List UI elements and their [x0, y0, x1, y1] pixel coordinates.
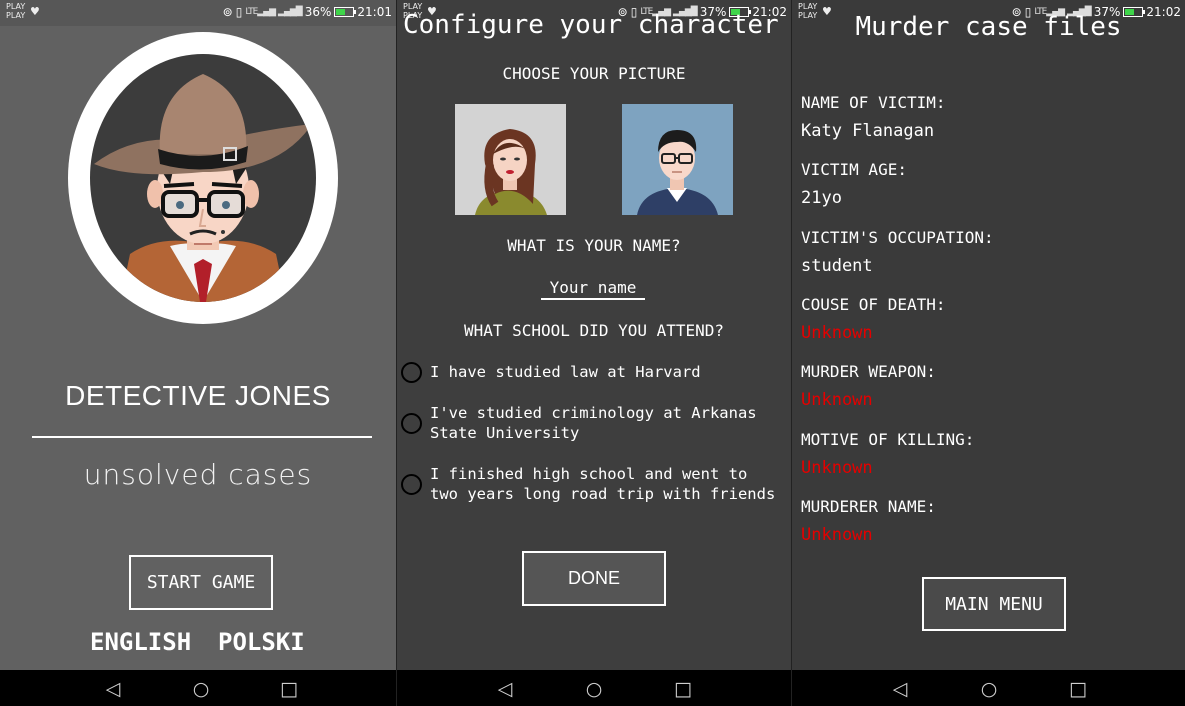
school-option-label: I've studied criminology at Arkanas Stat…	[430, 404, 757, 442]
navigation-bar: ◁ ○ □	[0, 670, 396, 706]
radio-button[interactable]	[401, 412, 422, 434]
female-avatar-image	[475, 129, 547, 215]
status-icons: ⊚ ▯ LTE▂▄▆ ▂▄▆█ 36% 21:01	[223, 5, 392, 19]
configure-screen: PLAY PLAY ♥ ⊚ ▯ LTE▂▄▆ ▂▄▆█ 37% 21:02 Co…	[397, 0, 791, 706]
victim-occupation-value: student	[801, 256, 873, 276]
murderer-name-value: Unknown	[801, 525, 873, 545]
carrier-line-2: PLAY	[6, 11, 26, 20]
victim-occupation-label: VICTIM'S OCCUPATION:	[801, 228, 994, 247]
signal-icon: ▂▄▆█	[278, 7, 303, 17]
back-triangle-icon[interactable]: ◁	[495, 679, 515, 699]
navigation-bar: ◁ ○ □	[792, 670, 1185, 706]
name-input[interactable]	[541, 278, 645, 300]
done-button[interactable]: DONE	[522, 551, 666, 606]
school-label: WHAT SCHOOL DID YOU ATTEND?	[463, 321, 725, 340]
home-circle-icon[interactable]: ○	[191, 679, 211, 699]
carrier-line-1: PLAY	[798, 2, 818, 11]
heart-icon: ♥	[30, 5, 40, 18]
murder-weapon-value: Unknown	[801, 390, 873, 410]
victim-name-value: Katy Flanagan	[801, 121, 935, 141]
nfc-icon: ⊚	[222, 5, 233, 19]
home-circle-icon[interactable]: ○	[584, 679, 604, 699]
recents-square-icon[interactable]: □	[279, 679, 299, 699]
carrier-label: PLAY PLAY ♥	[6, 2, 40, 20]
victim-age-label: VICTIM AGE:	[801, 160, 907, 179]
school-option-label: I finished high school and went to two y…	[430, 465, 776, 503]
recents-square-icon[interactable]: □	[673, 679, 693, 699]
case-files-screen: PLAY PLAY ♥ ⊚ ▯ LTE▂▄▆ ▂▄▆█ 37% 21:02 Mu…	[792, 0, 1185, 706]
female-avatar-option[interactable]	[455, 104, 566, 215]
motive-label: MOTIVE OF KILLING:	[801, 430, 975, 449]
name-label: WHAT IS YOUR NAME?	[507, 236, 681, 255]
start-game-button[interactable]: START GAME	[129, 555, 273, 610]
vibrate-icon: ▯	[235, 5, 243, 19]
school-option-label: I have studied law at Harvard	[430, 363, 701, 381]
page-title: Murder case files	[855, 12, 1122, 42]
cause-of-death-label: COUSE OF DEATH:	[801, 295, 946, 314]
back-triangle-icon[interactable]: ◁	[103, 679, 123, 699]
portrait-background	[90, 54, 316, 302]
male-avatar-image	[637, 130, 718, 215]
home-screen: PLAY PLAY ♥ ⊚ ▯ LTE▂▄▆ ▂▄▆█ 36% 21:01 DE…	[0, 0, 396, 706]
school-option-road-trip[interactable]: I finished high school and went to two y…	[401, 464, 783, 504]
language-polski[interactable]: POLSKI	[218, 628, 305, 656]
recents-square-icon[interactable]: □	[1068, 679, 1088, 699]
school-option-harvard[interactable]: I have studied law at Harvard	[401, 362, 783, 383]
choose-picture-label: CHOOSE YOUR PICTURE	[502, 64, 686, 83]
detective-illustration	[94, 74, 312, 302]
victim-age-value: 21yo	[801, 188, 842, 208]
motive-value: Unknown	[801, 458, 873, 478]
battery-icon	[334, 7, 357, 17]
lte-signal-icon: LTE▂▄▆	[245, 7, 276, 17]
home-circle-icon[interactable]: ○	[979, 679, 999, 699]
main-menu-button[interactable]: MAIN MENU	[922, 577, 1066, 631]
school-option-arkansas[interactable]: I've studied criminology at Arkanas Stat…	[401, 403, 783, 443]
murder-weapon-label: MURDER WEAPON:	[801, 362, 936, 381]
navigation-bar: ◁ ○ □	[397, 670, 791, 706]
status-bar: PLAY PLAY ♥ ⊚ ▯ LTE▂▄▆ ▂▄▆█ 36% 21:01	[0, 0, 396, 26]
victim-name-label: NAME OF VICTIM:	[801, 93, 946, 112]
back-triangle-icon[interactable]: ◁	[890, 679, 910, 699]
radio-button[interactable]	[401, 362, 422, 383]
game-subtitle: unsolved cases	[83, 458, 313, 491]
murderer-name-label: MURDERER NAME:	[801, 497, 936, 516]
battery-percent: 36%	[304, 5, 332, 19]
detective-portrait	[68, 32, 338, 324]
male-avatar-option[interactable]	[622, 104, 733, 215]
game-title: DETECTIVE JONES	[65, 380, 331, 411]
page-title: Configure your character	[403, 10, 779, 40]
radio-button[interactable]	[401, 473, 422, 495]
title-divider	[32, 436, 372, 438]
cause-of-death-value: Unknown	[801, 323, 873, 343]
language-english[interactable]: ENGLISH	[90, 628, 191, 656]
clock: 21:01	[357, 5, 392, 19]
carrier-line-1: PLAY	[6, 2, 26, 11]
